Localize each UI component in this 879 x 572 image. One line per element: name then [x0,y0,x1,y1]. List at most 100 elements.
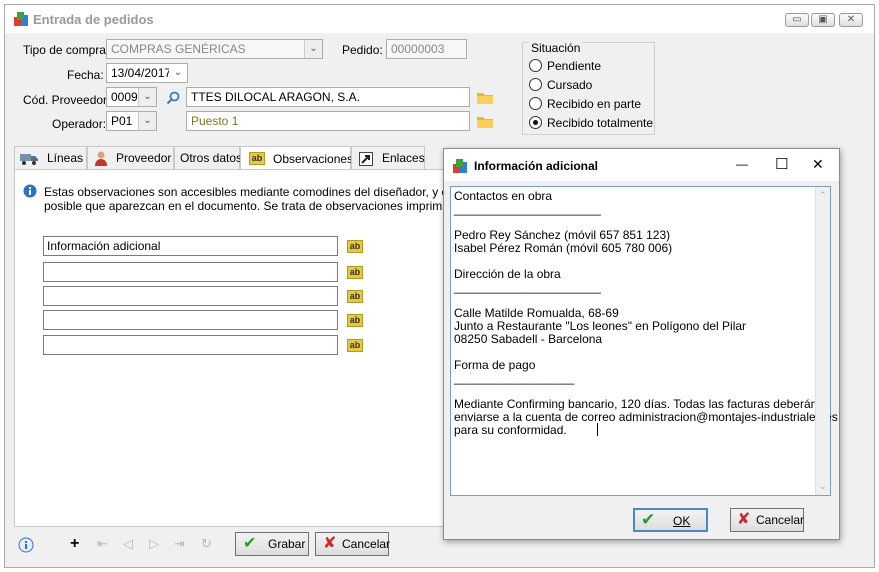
operador-code-value: P01 [111,114,133,128]
info-icon [23,184,37,198]
observacion-field-5[interactable] [43,335,338,355]
maximize-button[interactable]: ☐ [775,155,788,173]
situacion-group: Situación Pendiente Cursado Recibido en … [522,41,655,135]
tab-label: Otros datos [180,151,243,165]
radio-label: Cursado [547,78,593,92]
maximize-button[interactable]: ▣ [811,13,835,27]
close-button[interactable]: ✕ [812,156,824,173]
app-icon [453,159,467,173]
tab-label: Enlaces [382,151,425,165]
textarea-line: 08250 Sabadell - Barcelona [454,332,603,346]
radio-button[interactable] [529,59,542,72]
ab-icon: ab [249,152,265,165]
radio-button[interactable] [529,78,542,91]
person-icon [95,151,107,166]
window-title: Entrada de pedidos [33,12,154,27]
textarea-line: Isabel Pérez Román (móvil 605 780 006) [454,241,673,255]
previous-record-icon[interactable]: ◁ [123,536,133,552]
check-icon: ✔ [641,510,656,529]
chevron-down-icon[interactable]: ⌄ [169,64,187,82]
grabar-label: Grabar [268,537,306,551]
folder-icon[interactable] [477,91,493,104]
situacion-title: Situación [529,41,583,55]
scroll-down-icon[interactable]: ⌄ [819,480,827,493]
dialog-title-bar: Información adicional — ☐ ✕ [444,149,839,181]
ab-icon[interactable]: ab [347,240,363,253]
fecha-value: 13/04/2017 [111,66,172,80]
vertical-scrollbar[interactable]: ⌃ ⌄ [815,187,830,495]
dialog-cancel-button[interactable]: ✘ Cancelar [730,508,804,532]
textarea-line: para su conformidad. [454,423,567,437]
observacion-field-3[interactable] [43,286,338,306]
proveedor-label: Cód. Proveedor: [23,93,111,107]
minimize-button[interactable]: — [736,157,748,171]
search-icon[interactable] [166,91,180,105]
tab-otros-datos[interactable]: Otros datos [174,146,243,170]
tab-label: Observaciones [273,152,354,166]
observacion-field-4[interactable] [43,310,338,330]
proveedor-name-field[interactable]: TTES DILOCAL ARAGON, S.A. [186,87,470,107]
chevron-down-icon[interactable]: ⌄ [138,112,156,130]
close-button[interactable]: ✕ [839,13,863,27]
radio-button-selected[interactable] [529,116,542,129]
tab-proveedor[interactable]: Proveedor [87,146,174,170]
fecha-picker[interactable]: 13/04/2017 ⌄ [106,63,188,83]
tipo-compra-value: COMPRAS GENÉRICAS [111,42,246,56]
textarea-line: ______________________ [454,202,601,216]
operador-name-field[interactable]: Puesto 1 [186,111,470,131]
pedido-field[interactable]: 00000003 [386,39,467,59]
dialog-title: Información adicional [474,159,599,173]
dialog-cancel-label: Cancelar [756,513,805,527]
operador-code-select[interactable]: P01 ⌄ [106,111,157,131]
operador-label: Operador: [52,117,107,131]
ab-icon[interactable]: ab [347,266,363,279]
ab-icon[interactable]: ab [347,314,363,327]
info-text-line2: posible que aparezcan en el documento. S… [44,199,471,213]
cross-icon: ✘ [737,511,751,528]
title-bar: Entrada de pedidos ▭ ▣ ✕ [5,5,874,33]
radio-label: Pendiente [547,59,602,73]
cancelar-button[interactable]: ✘ Cancelar [315,532,391,556]
tipo-compra-label: Tipo de compra: [23,43,110,57]
last-record-icon[interactable]: ⇥ [174,536,185,552]
cancelar-label: Cancelar [342,537,391,551]
help-icon[interactable] [18,537,34,553]
cross-icon: ✘ [323,535,337,552]
info-adicional-textarea[interactable]: Contactos en obra ______________________ P… [450,186,838,496]
tab-enlaces[interactable]: Enlaces [351,146,425,170]
observacion-field-1[interactable]: Información adicional [43,236,338,256]
radio-button[interactable] [529,97,542,110]
proveedor-code-select[interactable]: 0009 ⌄ [106,87,157,107]
textarea-content: Contactos en obra ______________________ P… [454,190,838,437]
observacion-field-2[interactable] [43,262,338,282]
chevron-down-icon[interactable]: ⌄ [304,40,322,58]
textarea-line: __________________ [454,371,575,385]
info-text-line1: Estas observaciones son accesibles media… [44,185,455,199]
tab-lineas[interactable]: Líneas [14,146,87,170]
add-button[interactable]: + [70,535,79,553]
folder-icon[interactable] [477,115,493,128]
textarea-line: ______________________ [454,280,601,294]
app-icon [14,12,28,26]
tab-label: Líneas [47,151,84,165]
fecha-label: Fecha: [67,68,104,82]
first-record-icon[interactable]: ⇤ [97,536,108,552]
next-record-icon[interactable]: ▷ [149,536,159,552]
link-icon [359,152,373,166]
proveedor-code-value: 0009 [111,90,138,104]
pedido-label: Pedido: [342,43,383,57]
minimize-button[interactable]: ▭ [785,13,809,27]
tipo-compra-select[interactable]: COMPRAS GENÉRICAS ⌄ [106,39,323,59]
radio-label: Recibido en parte [547,97,642,111]
ab-icon[interactable]: ab [347,339,363,352]
tab-label: Proveedor [116,151,172,165]
ab-icon[interactable]: ab [347,290,363,303]
chevron-down-icon[interactable]: ⌄ [138,88,156,106]
refresh-icon[interactable]: ↻ [201,536,212,552]
ok-label: OK [673,514,691,528]
info-adicional-dialog: Información adicional — ☐ ✕ Contactos en… [443,148,840,540]
grabar-button[interactable]: ✔ Grabar [235,532,309,556]
ok-button[interactable]: ✔ OK [633,508,708,532]
scroll-up-icon[interactable]: ⌃ [819,189,827,202]
check-icon: ✔ [243,535,257,552]
